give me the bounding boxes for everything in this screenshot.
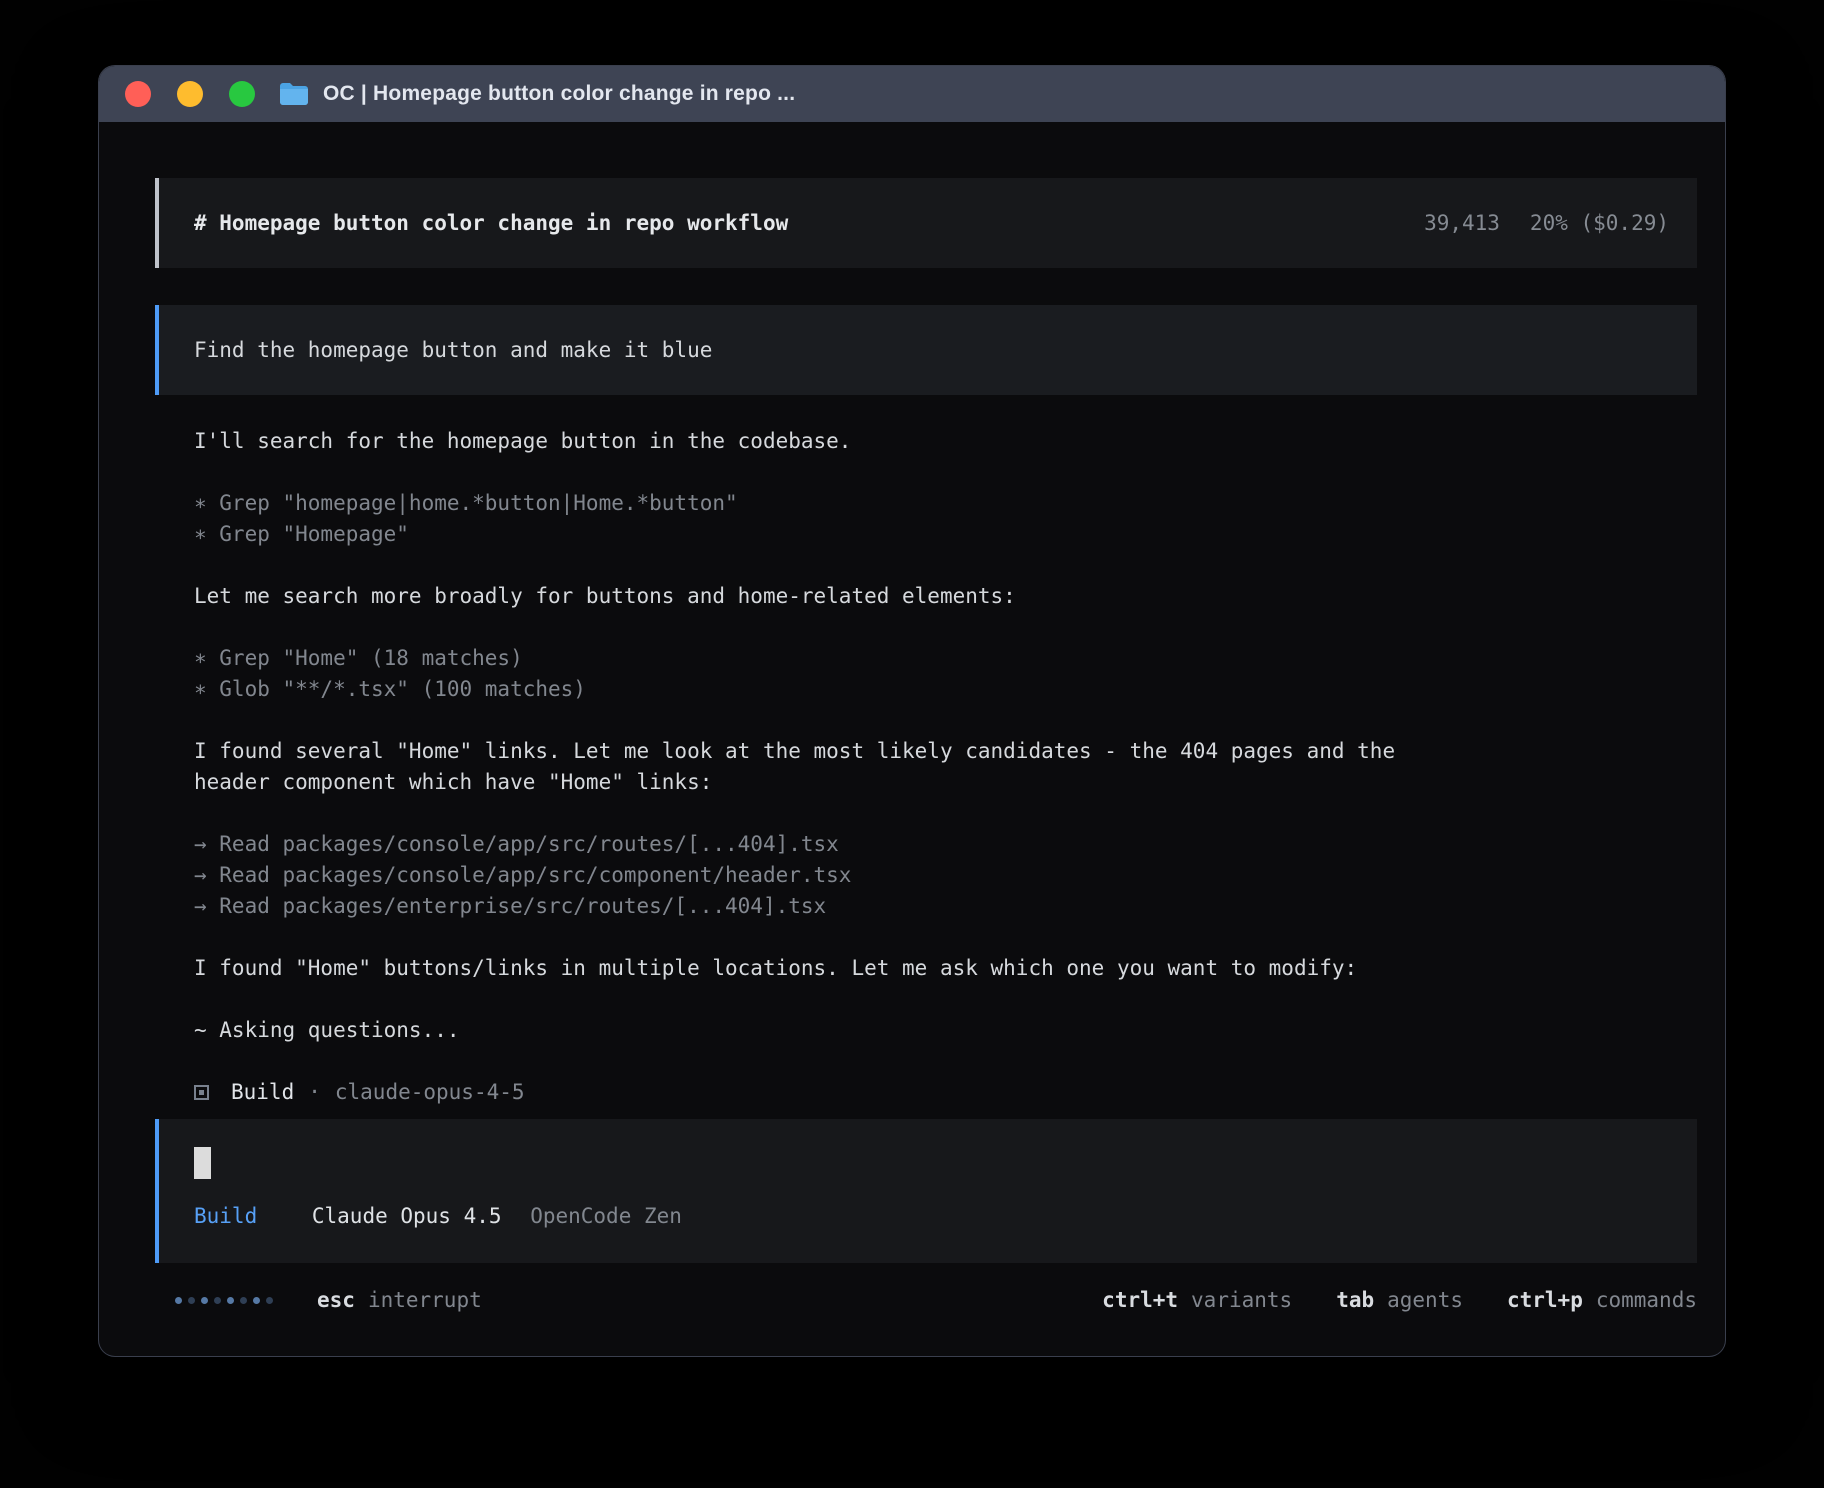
context-usage: 20% ($0.29) <box>1530 211 1669 235</box>
tool-call-grep[interactable]: ∗ Grep "Home" (18 matches) <box>194 643 1445 674</box>
assistant-message: Let me search more broadly for buttons a… <box>155 581 1445 612</box>
agent-icon <box>194 1085 209 1100</box>
tool-call-group: ∗ Grep "Home" (18 matches) ∗ Glob "**/*.… <box>155 643 1445 705</box>
spinner <box>175 1297 273 1304</box>
tool-call-group: ∗ Grep "homepage|home.*button|Home.*butt… <box>155 488 1445 550</box>
zoom-button[interactable] <box>229 81 255 107</box>
tool-call-read[interactable]: → Read packages/console/app/src/componen… <box>194 860 1445 891</box>
activity-status: ~ Asking questions... <box>155 1015 1445 1046</box>
tool-call-grep[interactable]: ∗ Grep "homepage|home.*button|Home.*butt… <box>194 488 1445 519</box>
session-usage: 39,413 20% ($0.29) <box>1424 208 1669 239</box>
model-info-row: Build Claude Opus 4.5 OpenCode Zen <box>194 1201 1669 1232</box>
tool-call-read[interactable]: → Read packages/console/app/src/routes/[… <box>194 829 1445 860</box>
assistant-message: I found "Home" buttons/links in multiple… <box>155 953 1445 984</box>
separator-dot: · <box>308 1077 321 1108</box>
text-cursor <box>194 1147 211 1179</box>
prompt-input[interactable]: Build Claude Opus 4.5 OpenCode Zen <box>155 1119 1697 1263</box>
model-name: Claude Opus 4.5 <box>312 1204 502 1228</box>
traffic-lights <box>125 81 255 107</box>
model-provider: OpenCode Zen <box>530 1204 682 1228</box>
window-title: OC | Homepage button color change in rep… <box>323 82 795 106</box>
user-message-text: Find the homepage button and make it blu… <box>194 335 712 366</box>
tool-call-group: → Read packages/console/app/src/routes/[… <box>155 829 1445 922</box>
esc-key: esc <box>317 1285 355 1316</box>
agent-model: claude-opus-4-5 <box>335 1077 525 1108</box>
shortcut-variants[interactable]: ctrl+t variants <box>1102 1285 1292 1316</box>
assistant-message: I found several "Home" links. Let me loo… <box>155 736 1445 798</box>
folder-icon <box>279 82 309 106</box>
session-title: # Homepage button color change in repo w… <box>194 208 788 239</box>
user-message: Find the homepage button and make it blu… <box>155 305 1697 395</box>
shortcut-agents[interactable]: tab agents <box>1336 1285 1463 1316</box>
token-count: 39,413 <box>1424 211 1500 235</box>
agent-status-row: Build · claude-opus-4-5 <box>155 1077 1445 1108</box>
mode-label[interactable]: Build <box>194 1204 257 1228</box>
assistant-message: I'll search for the homepage button in t… <box>155 426 1445 457</box>
status-bar: esc interrupt ctrl+t variants tab agents… <box>155 1285 1697 1316</box>
shortcut-commands[interactable]: ctrl+p commands <box>1507 1285 1697 1316</box>
shortcut-interrupt[interactable]: esc interrupt <box>317 1285 482 1316</box>
close-button[interactable] <box>125 81 151 107</box>
conversation: I'll search for the homepage button in t… <box>155 395 1697 1108</box>
terminal-window: OC | Homepage button color change in rep… <box>99 66 1725 1356</box>
tool-call-read[interactable]: → Read packages/enterprise/src/routes/[.… <box>194 891 1445 922</box>
terminal-content: # Homepage button color change in repo w… <box>99 122 1725 1356</box>
window-titlebar[interactable]: OC | Homepage button color change in rep… <box>99 66 1725 122</box>
agent-name: Build <box>231 1077 294 1108</box>
minimize-button[interactable] <box>177 81 203 107</box>
tool-call-glob[interactable]: ∗ Glob "**/*.tsx" (100 matches) <box>194 674 1445 705</box>
session-header: # Homepage button color change in repo w… <box>155 178 1697 268</box>
esc-label: interrupt <box>368 1285 482 1316</box>
desktop-background: OC | Homepage button color change in rep… <box>0 0 1824 1488</box>
tool-call-grep[interactable]: ∗ Grep "Homepage" <box>194 519 1445 550</box>
shortcut-hints: ctrl+t variants tab agents ctrl+p comman… <box>1102 1285 1697 1316</box>
